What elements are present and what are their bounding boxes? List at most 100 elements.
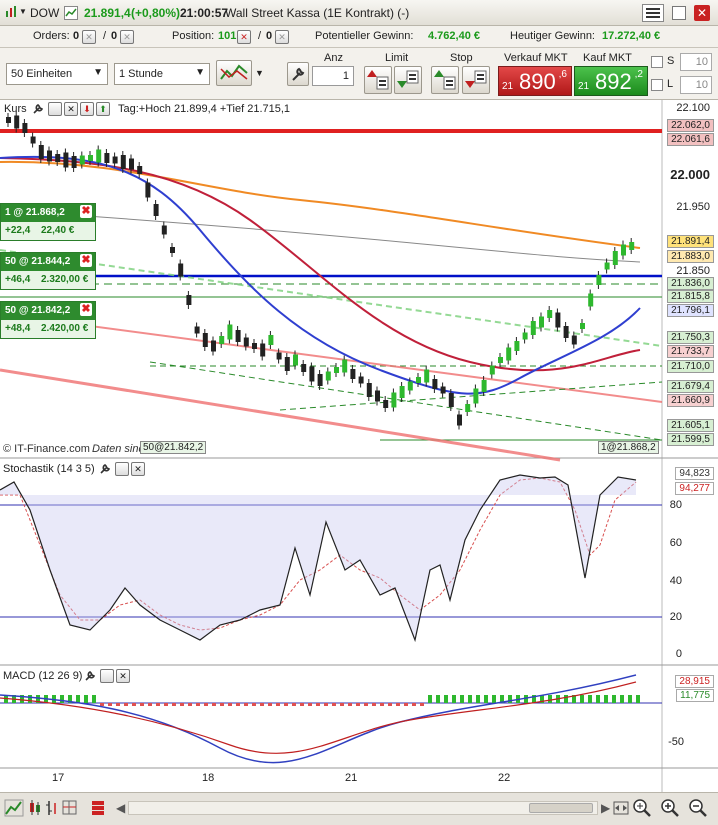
symbol-label[interactable]: DOW xyxy=(30,6,59,20)
candle-body xyxy=(604,262,610,270)
window-icon[interactable] xyxy=(672,6,686,20)
buy-up-icon[interactable]: ⬆ xyxy=(96,102,110,116)
maximize-icon[interactable] xyxy=(48,102,62,116)
candle-body xyxy=(276,352,282,360)
wrench-icon[interactable] xyxy=(99,462,112,475)
fit-width-icon[interactable] xyxy=(612,799,630,820)
scroll-right-icon[interactable]: ▶ xyxy=(601,801,610,815)
close-position-icon[interactable]: ✖ xyxy=(80,303,92,316)
anz-label: Anz xyxy=(324,52,343,64)
orders-cancel-icon-2[interactable]: ✕ xyxy=(120,30,134,44)
tools-button[interactable] xyxy=(287,62,309,86)
candle-body xyxy=(38,145,44,159)
menu-icon[interactable] xyxy=(642,4,664,22)
stop-buy-button[interactable] xyxy=(431,66,459,94)
price-tag: 21.750,3 xyxy=(667,331,714,344)
limit-checkbox[interactable] xyxy=(651,79,663,91)
close-position-icon[interactable]: ✖ xyxy=(80,254,92,267)
macd-histogram-bar xyxy=(628,695,632,703)
sell-down-icon[interactable]: ⬇ xyxy=(80,102,94,116)
chevron-down-icon: ▼ xyxy=(195,67,205,78)
app-icon[interactable] xyxy=(5,5,19,19)
x-axis-label: 22 xyxy=(498,772,511,784)
sell-market-button[interactable]: 21 890 ,6 xyxy=(498,66,572,96)
position-close-icon[interactable]: ✕ xyxy=(237,30,251,44)
position-box-3[interactable]: 50 @ 21.842,2 ✖ +48,4 2.420,00 € xyxy=(0,301,96,339)
limit-input[interactable]: 10 xyxy=(680,76,712,94)
scroll-left-icon[interactable]: ◀ xyxy=(116,801,125,815)
scrollbar-thumb[interactable] xyxy=(529,803,593,813)
indicator-button[interactable] xyxy=(216,60,252,86)
close-pane-icon[interactable]: ✕ xyxy=(64,102,78,116)
macd-histogram-bar xyxy=(332,703,336,706)
close-pane-icon[interactable]: ✕ xyxy=(131,462,145,476)
macd-histogram-bar xyxy=(348,703,352,706)
macd-histogram-bar xyxy=(412,703,416,706)
position-close-icon-2[interactable]: ✕ xyxy=(275,30,289,44)
position-points: +46,4 xyxy=(5,274,31,285)
zoom-fit-icon[interactable] xyxy=(632,798,652,821)
wrench-icon[interactable] xyxy=(84,669,97,682)
symbol-dropdown-arrow-icon[interactable]: ▼ xyxy=(19,7,27,16)
sell-market-label: Verkauf MKT xyxy=(504,52,568,64)
close-pane-icon[interactable]: ✕ xyxy=(116,669,130,683)
candle-body xyxy=(235,330,241,342)
macd-line xyxy=(0,674,637,764)
candle-body xyxy=(383,400,389,408)
stoch-k-value: 94,823 xyxy=(675,467,714,480)
macd-histogram-bar xyxy=(268,703,272,706)
macd-title: MACD (12 26 9) xyxy=(3,670,83,682)
candle-body xyxy=(120,155,126,169)
sell-price-decimal: ,6 xyxy=(558,69,567,80)
stop-sell-button[interactable] xyxy=(462,66,490,94)
maximize-icon[interactable] xyxy=(100,669,114,683)
buy-market-button[interactable]: 21 892 ,2 xyxy=(574,66,648,96)
zoom-in-icon[interactable] xyxy=(660,798,680,821)
orders-value-2: 0 xyxy=(111,30,118,42)
maximize-icon[interactable] xyxy=(115,462,129,476)
indicator-dropdown-arrow-icon[interactable]: ▼ xyxy=(255,68,264,78)
stop-loss-input[interactable]: 10 xyxy=(680,53,712,71)
macd-histogram-bar xyxy=(180,703,184,706)
timeframe-select[interactable]: 1 Stunde ▼ xyxy=(114,63,210,85)
orders-cancel-icon[interactable]: ✕ xyxy=(82,30,96,44)
macd-histogram-bar xyxy=(252,703,256,706)
candle-body xyxy=(293,354,298,366)
candle-body xyxy=(301,364,307,372)
candle-body xyxy=(506,347,512,361)
macd-histogram-bar xyxy=(420,703,424,706)
position-box-2[interactable]: 50 @ 21.844,2 ✖ +46,4 2.320,00 € xyxy=(0,252,96,290)
limit-buy-button[interactable] xyxy=(364,66,392,94)
close-icon[interactable]: ✕ xyxy=(694,5,710,21)
candle-body xyxy=(14,115,20,129)
bar-chart-icon[interactable] xyxy=(45,799,59,820)
layers-icon[interactable] xyxy=(90,799,106,820)
anz-input[interactable]: 1 xyxy=(312,66,354,86)
candle-body xyxy=(211,340,216,352)
order-tag-left[interactable]: 50@21.842,2 xyxy=(140,441,207,454)
macd-histogram-bar xyxy=(204,703,208,706)
limit-sell-button[interactable] xyxy=(394,66,422,94)
candle-body xyxy=(334,367,339,373)
candle-chart-icon[interactable] xyxy=(28,799,42,820)
chart-scrollbar[interactable] xyxy=(128,801,598,815)
close-position-icon[interactable]: ✖ xyxy=(80,205,92,218)
price-axis-label: 22.100 xyxy=(676,102,710,114)
chart-icon[interactable] xyxy=(64,6,78,20)
position-box-1[interactable]: 1 @ 21.868,2 ✖ +22,4 22,40 € xyxy=(0,203,96,241)
chart-area[interactable]: Kurs ✕ ⬇ ⬆ Tag:+Hoch 21.899,4 +Tief 21.7… xyxy=(0,100,718,792)
line-chart-icon[interactable] xyxy=(4,799,24,820)
title-bar: ▼ DOW 21.891,4 (+0,80%) 21:00:57 Wall St… xyxy=(0,0,718,26)
zoom-out-icon[interactable] xyxy=(688,798,708,821)
grid-icon[interactable] xyxy=(62,799,78,820)
macd-histogram-bar xyxy=(284,703,288,706)
wrench-icon[interactable] xyxy=(32,102,45,115)
macd-histogram-bar xyxy=(356,703,360,706)
limit-label: Limit xyxy=(385,52,409,64)
units-select[interactable]: 50 Einheiten ▼ xyxy=(6,63,108,85)
candle-body xyxy=(399,386,405,398)
macd-histogram-bar xyxy=(396,703,400,706)
stop-loss-checkbox[interactable] xyxy=(651,56,663,68)
order-tag-right[interactable]: 1@21.868,2 xyxy=(598,441,659,454)
candle-body xyxy=(104,153,110,163)
